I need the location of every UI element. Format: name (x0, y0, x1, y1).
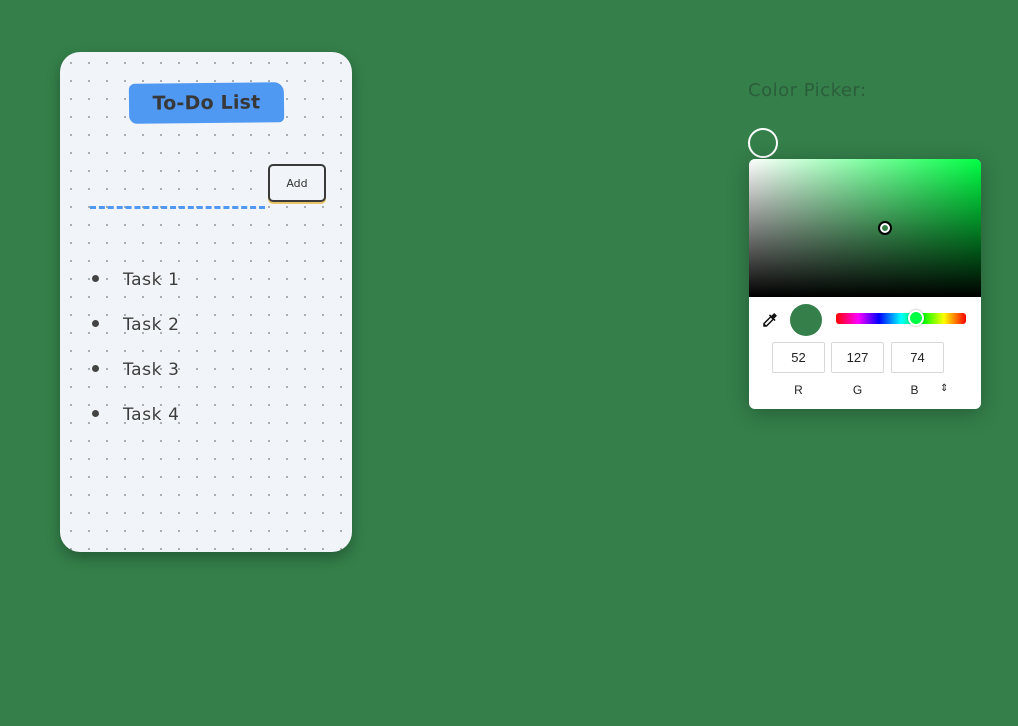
red-label: R (794, 383, 803, 397)
task-label: Task 3 (123, 359, 180, 380)
todo-card: To-Do List Add Task 1 Task 2 Task 3 Task… (60, 52, 352, 552)
color-picker-label: Color Picker: (748, 80, 867, 101)
color-swatch-button[interactable] (748, 128, 778, 158)
blue-input[interactable]: 74 (891, 342, 944, 373)
bullet-icon (92, 365, 99, 372)
saturation-area[interactable] (749, 159, 981, 297)
blue-label: B (910, 383, 919, 397)
list-item[interactable]: Task 1 (92, 257, 180, 302)
mode-toggle-icon[interactable]: ⇕ (940, 383, 948, 394)
task-label: Task 2 (123, 314, 180, 335)
saturation-cursor[interactable] (878, 221, 892, 235)
color-preview (790, 304, 822, 336)
color-picker-popover: 52 127 74 R G B ⇕ (749, 159, 981, 409)
task-list: Task 1 Task 2 Task 3 Task 4 (92, 257, 180, 437)
bullet-icon (92, 320, 99, 327)
list-item[interactable]: Task 4 (92, 392, 180, 437)
todo-title: To-Do List (128, 82, 285, 124)
red-input[interactable]: 52 (772, 342, 825, 373)
task-label: Task 4 (123, 404, 180, 425)
eyedropper-icon[interactable] (761, 311, 779, 329)
hue-slider-thumb[interactable] (908, 310, 924, 326)
bullet-icon (92, 275, 99, 282)
hue-slider[interactable] (836, 310, 966, 326)
task-input[interactable] (90, 178, 265, 209)
list-item[interactable]: Task 2 (92, 302, 180, 347)
list-item[interactable]: Task 3 (92, 347, 180, 392)
bullet-icon (92, 410, 99, 417)
add-button[interactable]: Add (268, 164, 326, 202)
green-label: G (852, 383, 863, 397)
task-label: Task 1 (123, 269, 180, 290)
green-input[interactable]: 127 (831, 342, 884, 373)
